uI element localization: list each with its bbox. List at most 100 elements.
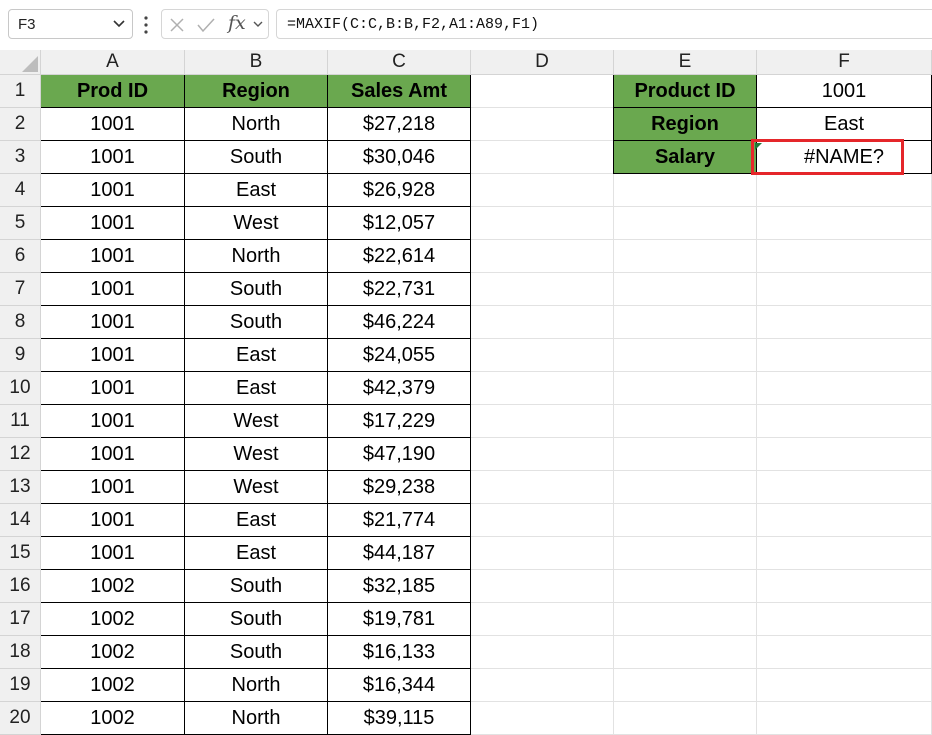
- row-header-17[interactable]: 17: [0, 603, 41, 636]
- column-header-e[interactable]: E: [614, 50, 757, 75]
- empty-cell[interactable]: [471, 570, 614, 603]
- empty-cell[interactable]: [614, 273, 757, 306]
- empty-cell[interactable]: [614, 306, 757, 339]
- table-cell[interactable]: North: [185, 108, 328, 141]
- empty-cell[interactable]: [471, 108, 614, 141]
- empty-cell[interactable]: [471, 471, 614, 504]
- table-cell[interactable]: West: [185, 438, 328, 471]
- table-cell[interactable]: East: [185, 504, 328, 537]
- table-cell[interactable]: $47,190: [328, 438, 471, 471]
- empty-cell[interactable]: [757, 471, 932, 504]
- enter-check-icon[interactable]: [196, 16, 216, 34]
- empty-cell[interactable]: [471, 240, 614, 273]
- name-box[interactable]: F3: [8, 9, 133, 39]
- table-cell[interactable]: 1001: [41, 273, 185, 306]
- empty-cell[interactable]: [471, 207, 614, 240]
- empty-cell[interactable]: [757, 339, 932, 372]
- table-cell[interactable]: East: [185, 174, 328, 207]
- table-cell[interactable]: $39,115: [328, 702, 471, 735]
- table-cell[interactable]: $19,781: [328, 603, 471, 636]
- empty-cell[interactable]: [614, 504, 757, 537]
- empty-cell[interactable]: [757, 306, 932, 339]
- table-cell[interactable]: 1001: [41, 537, 185, 570]
- empty-cell[interactable]: [614, 207, 757, 240]
- column-header-f[interactable]: F: [757, 50, 932, 75]
- empty-cell[interactable]: [614, 339, 757, 372]
- table-cell[interactable]: $44,187: [328, 537, 471, 570]
- empty-cell[interactable]: [614, 405, 757, 438]
- lookup-label-cell[interactable]: Region: [614, 108, 757, 141]
- select-all-corner[interactable]: [0, 50, 41, 75]
- empty-cell[interactable]: [471, 405, 614, 438]
- empty-cell[interactable]: [757, 570, 932, 603]
- empty-cell[interactable]: [614, 471, 757, 504]
- row-header-4[interactable]: 4: [0, 174, 41, 207]
- empty-cell[interactable]: [614, 570, 757, 603]
- table-cell[interactable]: $17,229: [328, 405, 471, 438]
- empty-cell[interactable]: [614, 438, 757, 471]
- empty-cell[interactable]: [757, 405, 932, 438]
- empty-cell[interactable]: [614, 669, 757, 702]
- empty-cell[interactable]: [471, 174, 614, 207]
- table-cell[interactable]: 1001: [41, 504, 185, 537]
- empty-cell[interactable]: [614, 603, 757, 636]
- empty-cell[interactable]: [614, 240, 757, 273]
- empty-cell[interactable]: [471, 141, 614, 174]
- table-cell[interactable]: $46,224: [328, 306, 471, 339]
- table-header-cell[interactable]: Region: [185, 75, 328, 108]
- row-header-10[interactable]: 10: [0, 372, 41, 405]
- table-cell[interactable]: East: [185, 339, 328, 372]
- row-header-3[interactable]: 3: [0, 141, 41, 174]
- row-header-18[interactable]: 18: [0, 636, 41, 669]
- empty-cell[interactable]: [757, 207, 932, 240]
- empty-cell[interactable]: [614, 372, 757, 405]
- error-indicator-icon[interactable]: [755, 143, 762, 150]
- table-cell[interactable]: 1001: [41, 405, 185, 438]
- empty-cell[interactable]: [757, 669, 932, 702]
- row-header-7[interactable]: 7: [0, 273, 41, 306]
- empty-cell[interactable]: [471, 504, 614, 537]
- chevron-down-icon[interactable]: [112, 16, 126, 30]
- row-header-1[interactable]: 1: [0, 75, 41, 108]
- lookup-label-cell[interactable]: Product ID: [614, 75, 757, 108]
- empty-cell[interactable]: [471, 306, 614, 339]
- more-options-icon[interactable]: [143, 15, 149, 35]
- table-cell[interactable]: 1001: [41, 306, 185, 339]
- table-cell[interactable]: South: [185, 273, 328, 306]
- row-header-20[interactable]: 20: [0, 702, 41, 735]
- table-cell[interactable]: $16,133: [328, 636, 471, 669]
- row-header-14[interactable]: 14: [0, 504, 41, 537]
- empty-cell[interactable]: [757, 504, 932, 537]
- table-cell[interactable]: South: [185, 603, 328, 636]
- table-cell[interactable]: South: [185, 570, 328, 603]
- table-cell[interactable]: $30,046: [328, 141, 471, 174]
- lookup-value-cell[interactable]: #NAME?: [757, 141, 932, 174]
- lookup-label-cell[interactable]: Salary: [614, 141, 757, 174]
- row-header-9[interactable]: 9: [0, 339, 41, 372]
- row-header-12[interactable]: 12: [0, 438, 41, 471]
- empty-cell[interactable]: [757, 273, 932, 306]
- lookup-value-cell[interactable]: 1001: [757, 75, 932, 108]
- empty-cell[interactable]: [614, 702, 757, 735]
- table-cell[interactable]: South: [185, 141, 328, 174]
- lookup-value-cell[interactable]: East: [757, 108, 932, 141]
- empty-cell[interactable]: [471, 273, 614, 306]
- table-header-cell[interactable]: Sales Amt: [328, 75, 471, 108]
- empty-cell[interactable]: [471, 372, 614, 405]
- table-cell[interactable]: $22,614: [328, 240, 471, 273]
- table-cell[interactable]: East: [185, 372, 328, 405]
- empty-cell[interactable]: [471, 438, 614, 471]
- table-cell[interactable]: $26,928: [328, 174, 471, 207]
- row-header-6[interactable]: 6: [0, 240, 41, 273]
- row-header-16[interactable]: 16: [0, 570, 41, 603]
- empty-cell[interactable]: [757, 174, 932, 207]
- row-header-19[interactable]: 19: [0, 669, 41, 702]
- empty-cell[interactable]: [757, 702, 932, 735]
- table-cell[interactable]: $21,774: [328, 504, 471, 537]
- table-cell[interactable]: 1001: [41, 372, 185, 405]
- cancel-icon[interactable]: [168, 16, 186, 34]
- empty-cell[interactable]: [471, 669, 614, 702]
- table-cell[interactable]: 1001: [41, 141, 185, 174]
- column-header-a[interactable]: A: [41, 50, 185, 75]
- table-cell[interactable]: West: [185, 405, 328, 438]
